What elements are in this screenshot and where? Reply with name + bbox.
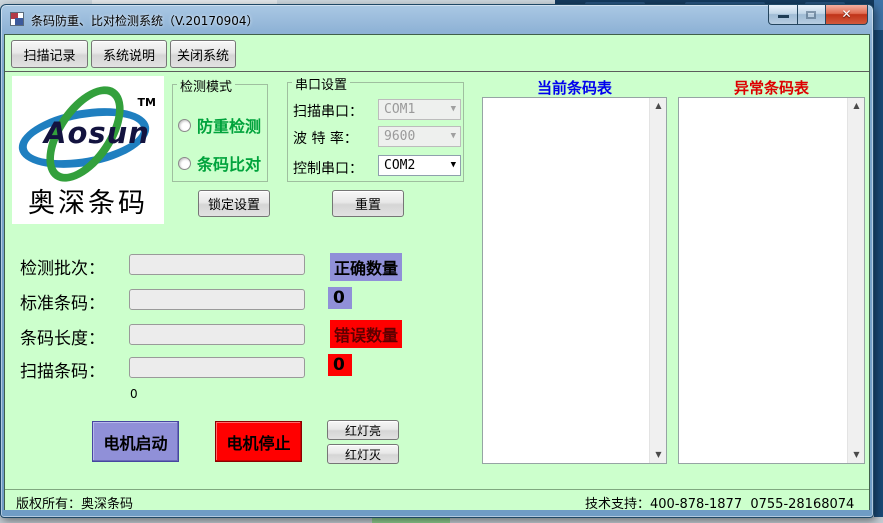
scan-barcode-label: 扫描条码： xyxy=(20,357,105,382)
radio-icon[interactable] xyxy=(178,157,191,170)
app-icon xyxy=(10,12,24,26)
control-port-label: 控制串口： xyxy=(293,158,363,178)
wrong-count-value: 0 xyxy=(328,354,352,376)
wrong-count-label: 错误数量 xyxy=(330,320,402,348)
scrollbar[interactable]: ▲ ▼ xyxy=(847,98,864,463)
reset-button[interactable]: 重置 xyxy=(332,190,404,217)
standard-barcode-label: 标准条码： xyxy=(20,289,105,314)
scan-port-combo: COM1 ▼ xyxy=(378,99,461,120)
barcode-length-input[interactable] xyxy=(129,324,305,345)
detection-mode-group: 检测模式 防重检测 条码比对 xyxy=(172,84,268,182)
radio-anti-duplicate[interactable]: 防重检测 xyxy=(178,113,261,137)
chevron-down-icon: ▼ xyxy=(451,104,456,114)
standard-barcode-input[interactable] xyxy=(129,289,305,310)
toolbar-button-system-info[interactable]: 系统说明 xyxy=(91,40,167,68)
detection-mode-title: 检测模式 xyxy=(177,76,235,95)
tech-support-text: 技术支持：400-878-1877 0755-28168074 xyxy=(585,493,854,512)
scan-port-label: 扫描串口： xyxy=(293,101,363,121)
scan-count-hint: 0 xyxy=(130,387,138,401)
scan-barcode-input[interactable] xyxy=(129,357,305,378)
radio-icon[interactable] xyxy=(178,119,191,132)
maximize-icon xyxy=(806,11,816,19)
batch-input[interactable] xyxy=(129,254,305,275)
barcode-length-label: 条码长度： xyxy=(20,324,105,349)
background-window-edge xyxy=(874,0,883,523)
status-bar: 版权所有：奥深条码 技术支持：400-878-1877 0755-2816807… xyxy=(5,489,869,510)
scroll-up-icon[interactable]: ▲ xyxy=(650,98,667,114)
company-logo: Aosun TM 奥深条码 xyxy=(12,76,164,224)
abnormal-barcode-list-title: 异常条码表 xyxy=(678,77,865,98)
logo-caption: 奥深条码 xyxy=(12,181,164,220)
chevron-down-icon: ▼ xyxy=(451,160,456,170)
abnormal-barcode-listbox[interactable]: ▲ ▼ xyxy=(678,97,865,464)
lock-settings-button[interactable]: 锁定设置 xyxy=(198,190,270,217)
current-barcode-listbox[interactable]: ▲ ▼ xyxy=(482,97,667,464)
toolbar-button-close-system[interactable]: 关闭系统 xyxy=(170,40,236,68)
minimize-button[interactable] xyxy=(768,5,798,25)
minimize-icon xyxy=(778,15,789,18)
correct-count-value: 0 xyxy=(328,287,352,309)
app-window: 条码防重、比对检测系统（V.20170904） ✕ 扫描记录 系统说明 关闭系统 xyxy=(0,4,874,518)
copyright-text: 版权所有：奥深条码 xyxy=(16,493,133,512)
client-area: 扫描记录 系统说明 关闭系统 Aosun TM 奥深条码 检测模式 防重检测 xyxy=(4,34,870,510)
correct-count-label: 正确数量 xyxy=(330,253,402,281)
close-button[interactable]: ✕ xyxy=(826,5,868,25)
title-bar[interactable]: 条码防重、比对检测系统（V.20170904） ✕ xyxy=(1,5,873,33)
radio-barcode-compare[interactable]: 条码比对 xyxy=(178,151,261,175)
baud-rate-label: 波 特 率： xyxy=(293,128,358,148)
baud-rate-combo: 9600 ▼ xyxy=(378,126,461,147)
chevron-down-icon: ▼ xyxy=(451,131,456,141)
window-title: 条码防重、比对检测系统（V.20170904） xyxy=(31,12,259,29)
motor-stop-button[interactable]: 电机停止 xyxy=(215,421,302,462)
logo-trademark: TM xyxy=(138,96,156,109)
current-barcode-list-title: 当前条码表 xyxy=(482,77,667,98)
toolbar: 扫描记录 系统说明 关闭系统 xyxy=(5,35,869,72)
close-icon: ✕ xyxy=(826,7,867,21)
red-light-off-button[interactable]: 红灯灭 xyxy=(327,444,399,464)
desktop: 条码防重、比对检测系统（V.20170904） ✕ 扫描记录 系统说明 关闭系统 xyxy=(0,0,883,523)
scroll-down-icon[interactable]: ▼ xyxy=(650,447,667,463)
control-port-combo[interactable]: COM2 ▼ xyxy=(378,155,461,176)
toolbar-button-scan-records[interactable]: 扫描记录 xyxy=(11,40,88,68)
motor-start-button[interactable]: 电机启动 xyxy=(92,421,179,462)
scrollbar[interactable]: ▲ ▼ xyxy=(649,98,666,463)
red-light-on-button[interactable]: 红灯亮 xyxy=(327,420,399,440)
scroll-up-icon[interactable]: ▲ xyxy=(848,98,865,114)
scroll-down-icon[interactable]: ▼ xyxy=(848,447,865,463)
serial-settings-group: 串口设置 扫描串口： COM1 ▼ 波 特 率： 9600 ▼ 控制串口： CO… xyxy=(287,82,464,182)
logo-brand-text: Aosun xyxy=(44,116,150,150)
serial-settings-title: 串口设置 xyxy=(292,74,350,93)
maximize-button[interactable] xyxy=(798,5,826,25)
batch-label: 检测批次： xyxy=(20,254,105,279)
